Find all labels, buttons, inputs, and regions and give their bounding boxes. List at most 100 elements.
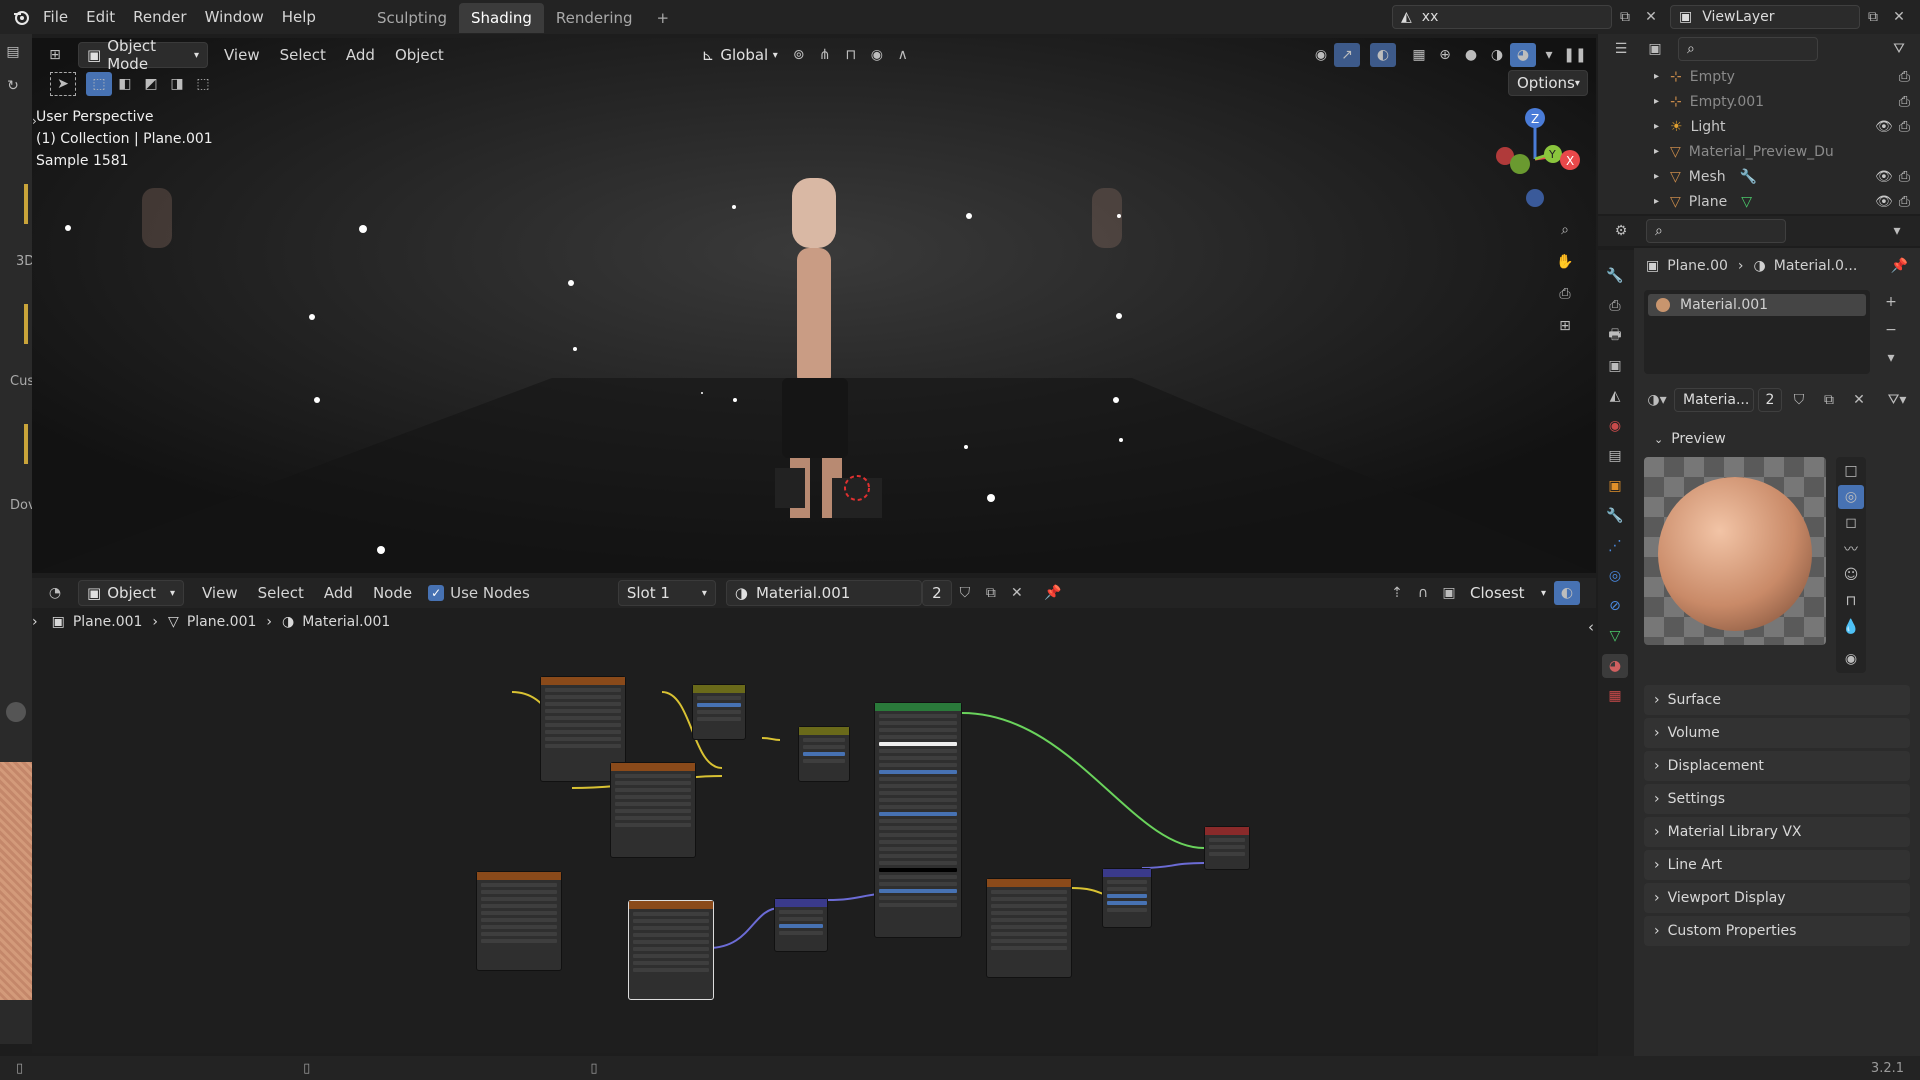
chevron-down-icon[interactable]: ▾ — [1884, 219, 1910, 243]
tab-rendering[interactable]: Rendering — [544, 3, 645, 33]
constraint-tab-icon[interactable]: ⊘ — [1602, 594, 1628, 618]
snap-magnet-icon[interactable]: ∩ — [1410, 581, 1436, 605]
expand-arrow-icon[interactable]: ▸ — [1654, 71, 1670, 82]
shader-type-dropdown[interactable]: ▣ Object ▾ — [78, 580, 184, 606]
filter-icon[interactable]: ⛛ — [1886, 37, 1912, 61]
slot-dropdown[interactable]: Slot 1 ▾ — [617, 580, 716, 606]
select-box-new-icon[interactable]: ⬚ — [86, 72, 112, 96]
orientation-dropdown[interactable]: ⊾ Global ▾ — [694, 42, 786, 68]
outliner-search-input[interactable]: ⌕ — [1678, 37, 1818, 61]
node-menu-view[interactable]: View — [192, 584, 248, 602]
options-dropdown[interactable]: Options ▾ — [1508, 70, 1588, 96]
outliner-item-plane[interactable]: ▸ ▽ Plane ▽ 👁 ⎙ — [1654, 189, 1920, 214]
fake-user-shield-icon[interactable]: ⛉ — [952, 581, 978, 605]
camera-visibility-icon[interactable]: ⎙ — [1899, 119, 1910, 135]
vp-menu-add[interactable]: Add — [336, 46, 385, 64]
image-texture-node-2[interactable] — [610, 762, 696, 858]
panel-viewport-display[interactable]: › Viewport Display — [1644, 883, 1910, 913]
mix-node[interactable] — [798, 726, 850, 782]
add-slot-icon[interactable]: + — [1878, 290, 1904, 314]
hue-saturation-node[interactable] — [692, 684, 746, 740]
select-tool-icon[interactable]: ➤ — [50, 72, 76, 96]
new-scene-icon[interactable]: ⧉ — [1612, 5, 1638, 29]
viewlayer-selector[interactable]: ▣ ViewLayer — [1670, 5, 1860, 29]
image-editor-icon[interactable] — [6, 702, 26, 722]
preview-flat-icon[interactable]: □ — [1838, 459, 1864, 483]
node-menu-node[interactable]: Node — [363, 584, 422, 602]
vp-menu-select[interactable]: Select — [270, 46, 336, 64]
node-overlay-icon[interactable]: ◐ — [1554, 581, 1580, 605]
browse-material-icon[interactable]: ◑▾ — [1644, 388, 1670, 412]
camera-visibility-icon[interactable]: ⎙ — [1899, 69, 1910, 85]
gizmo-icon[interactable]: ↗ — [1334, 43, 1360, 67]
properties-search-input[interactable]: ⌕ — [1646, 219, 1786, 243]
material-slot-list[interactable]: Material.001 — [1644, 290, 1870, 374]
outliner-item-mesh[interactable]: ▸ ▽ Mesh 🔧 👁 ⎙ — [1654, 164, 1920, 189]
expand-arrow-icon[interactable]: ▸ — [1654, 96, 1670, 107]
collection-tab-icon[interactable]: ▤ — [1602, 444, 1628, 468]
zoom-icon[interactable]: ⌕ — [1552, 218, 1578, 242]
scene-selector[interactable]: ◭ xx — [1392, 5, 1612, 29]
eye-icon[interactable]: 👁 — [1875, 119, 1893, 135]
unlink-material-icon[interactable]: ✕ — [1004, 581, 1030, 605]
pivot-icon[interactable]: ⊚ — [786, 43, 812, 67]
remove-slot-icon[interactable]: − — [1878, 318, 1904, 342]
panel-custom-properties[interactable]: › Custom Properties — [1644, 916, 1910, 946]
tool-tab-icon[interactable]: 🔧 — [1602, 264, 1628, 288]
snap-mode-dropdown[interactable]: Closest ▾ — [1462, 580, 1554, 606]
pin-icon[interactable]: 📌 — [1040, 581, 1066, 605]
preview-hair-icon[interactable]: 〰 — [1838, 537, 1864, 561]
delete-viewlayer-icon[interactable]: ✕ — [1886, 5, 1912, 29]
camera-visibility-icon[interactable]: ⎙ — [1899, 94, 1910, 110]
displacement-node[interactable] — [1102, 868, 1152, 928]
ortho-grid-icon[interactable]: ⊞ — [1552, 314, 1578, 338]
material-link-icon[interactable]: ⛛▾ — [1884, 388, 1910, 412]
output-tab-icon[interactable]: 🖶 — [1602, 324, 1628, 348]
outliner-item-light[interactable]: ▸ ☀ Light 👁 ⎙ — [1654, 114, 1920, 139]
menu-edit[interactable]: Edit — [77, 0, 124, 34]
view-layer-tab-icon[interactable]: ▣ — [1602, 354, 1628, 378]
expand-arrow-icon[interactable]: ▸ — [1654, 121, 1670, 132]
checkbox-icon[interactable]: ✓ — [428, 585, 445, 601]
editor-type-properties-icon[interactable]: ⚙ — [1608, 219, 1634, 243]
modifier-tab-icon[interactable]: 🔧 — [1602, 504, 1628, 528]
add-workspace-icon[interactable]: + — [645, 3, 682, 33]
falloff-icon[interactable]: ∧ — [890, 43, 916, 67]
shading-options-icon[interactable]: ▾ — [1536, 43, 1562, 67]
tab-shading[interactable]: Shading — [458, 3, 544, 33]
preview-cloth-icon[interactable]: ⊓ — [1838, 589, 1864, 613]
node-menu-add[interactable]: Add — [314, 584, 363, 602]
pan-hand-icon[interactable]: ✋ — [1552, 250, 1578, 274]
3d-viewport[interactable] — [32, 38, 1596, 573]
expand-arrow-icon[interactable]: ▸ — [1654, 196, 1670, 207]
outliner-item-material-preview[interactable]: ▸ ▽ Material_Preview_Du — [1654, 139, 1920, 164]
use-nodes-toggle[interactable]: ✓ Use Nodes — [428, 584, 530, 602]
snap-target-icon[interactable]: ⊓ — [838, 43, 864, 67]
refresh-icon[interactable]: ↻ — [0, 74, 26, 98]
image-texture-node-3[interactable] — [476, 871, 562, 971]
duplicate-material-icon[interactable]: ⧉ — [978, 581, 1004, 605]
node-editor-canvas[interactable]: › ▣ Plane.001 › ▽ Plane.001 › ◑ Material… — [32, 608, 1596, 1053]
select-box-invert-icon[interactable]: ◨ — [164, 72, 190, 96]
panel-surface[interactable]: › Surface — [1644, 685, 1910, 715]
chevron-right-icon[interactable]: › — [32, 114, 37, 128]
menu-render[interactable]: Render — [124, 0, 195, 34]
image-texture-node-4[interactable] — [986, 878, 1072, 978]
expand-arrow-icon[interactable]: ▸ — [1654, 171, 1670, 182]
texture-tab-icon[interactable]: ▦ — [1602, 684, 1628, 708]
render-tab-icon[interactable]: ⎙ — [1602, 294, 1628, 318]
duplicate-material-icon[interactable]: ⧉ — [1816, 388, 1842, 412]
material-selector[interactable]: ◑ Material.001 — [725, 580, 922, 606]
image-texture-node-selected[interactable] — [628, 900, 714, 1000]
solid-shading-icon[interactable]: ● — [1458, 43, 1484, 67]
node-menu-select[interactable]: Select — [248, 584, 314, 602]
material-output-node[interactable] — [1204, 826, 1250, 870]
user-count[interactable]: 2 — [921, 580, 952, 606]
snap-icon[interactable]: ⋔ — [812, 43, 838, 67]
vp-menu-object[interactable]: Object — [385, 46, 454, 64]
unlink-material-icon[interactable]: ✕ — [1846, 388, 1872, 412]
particles-tab-icon[interactable]: ⋰ — [1602, 534, 1628, 558]
material-slot-item[interactable]: Material.001 — [1648, 294, 1866, 316]
navigation-gizmo[interactable]: Z Y X — [1480, 104, 1590, 214]
panel-preview-header[interactable]: ⌄ Preview — [1644, 424, 1910, 454]
